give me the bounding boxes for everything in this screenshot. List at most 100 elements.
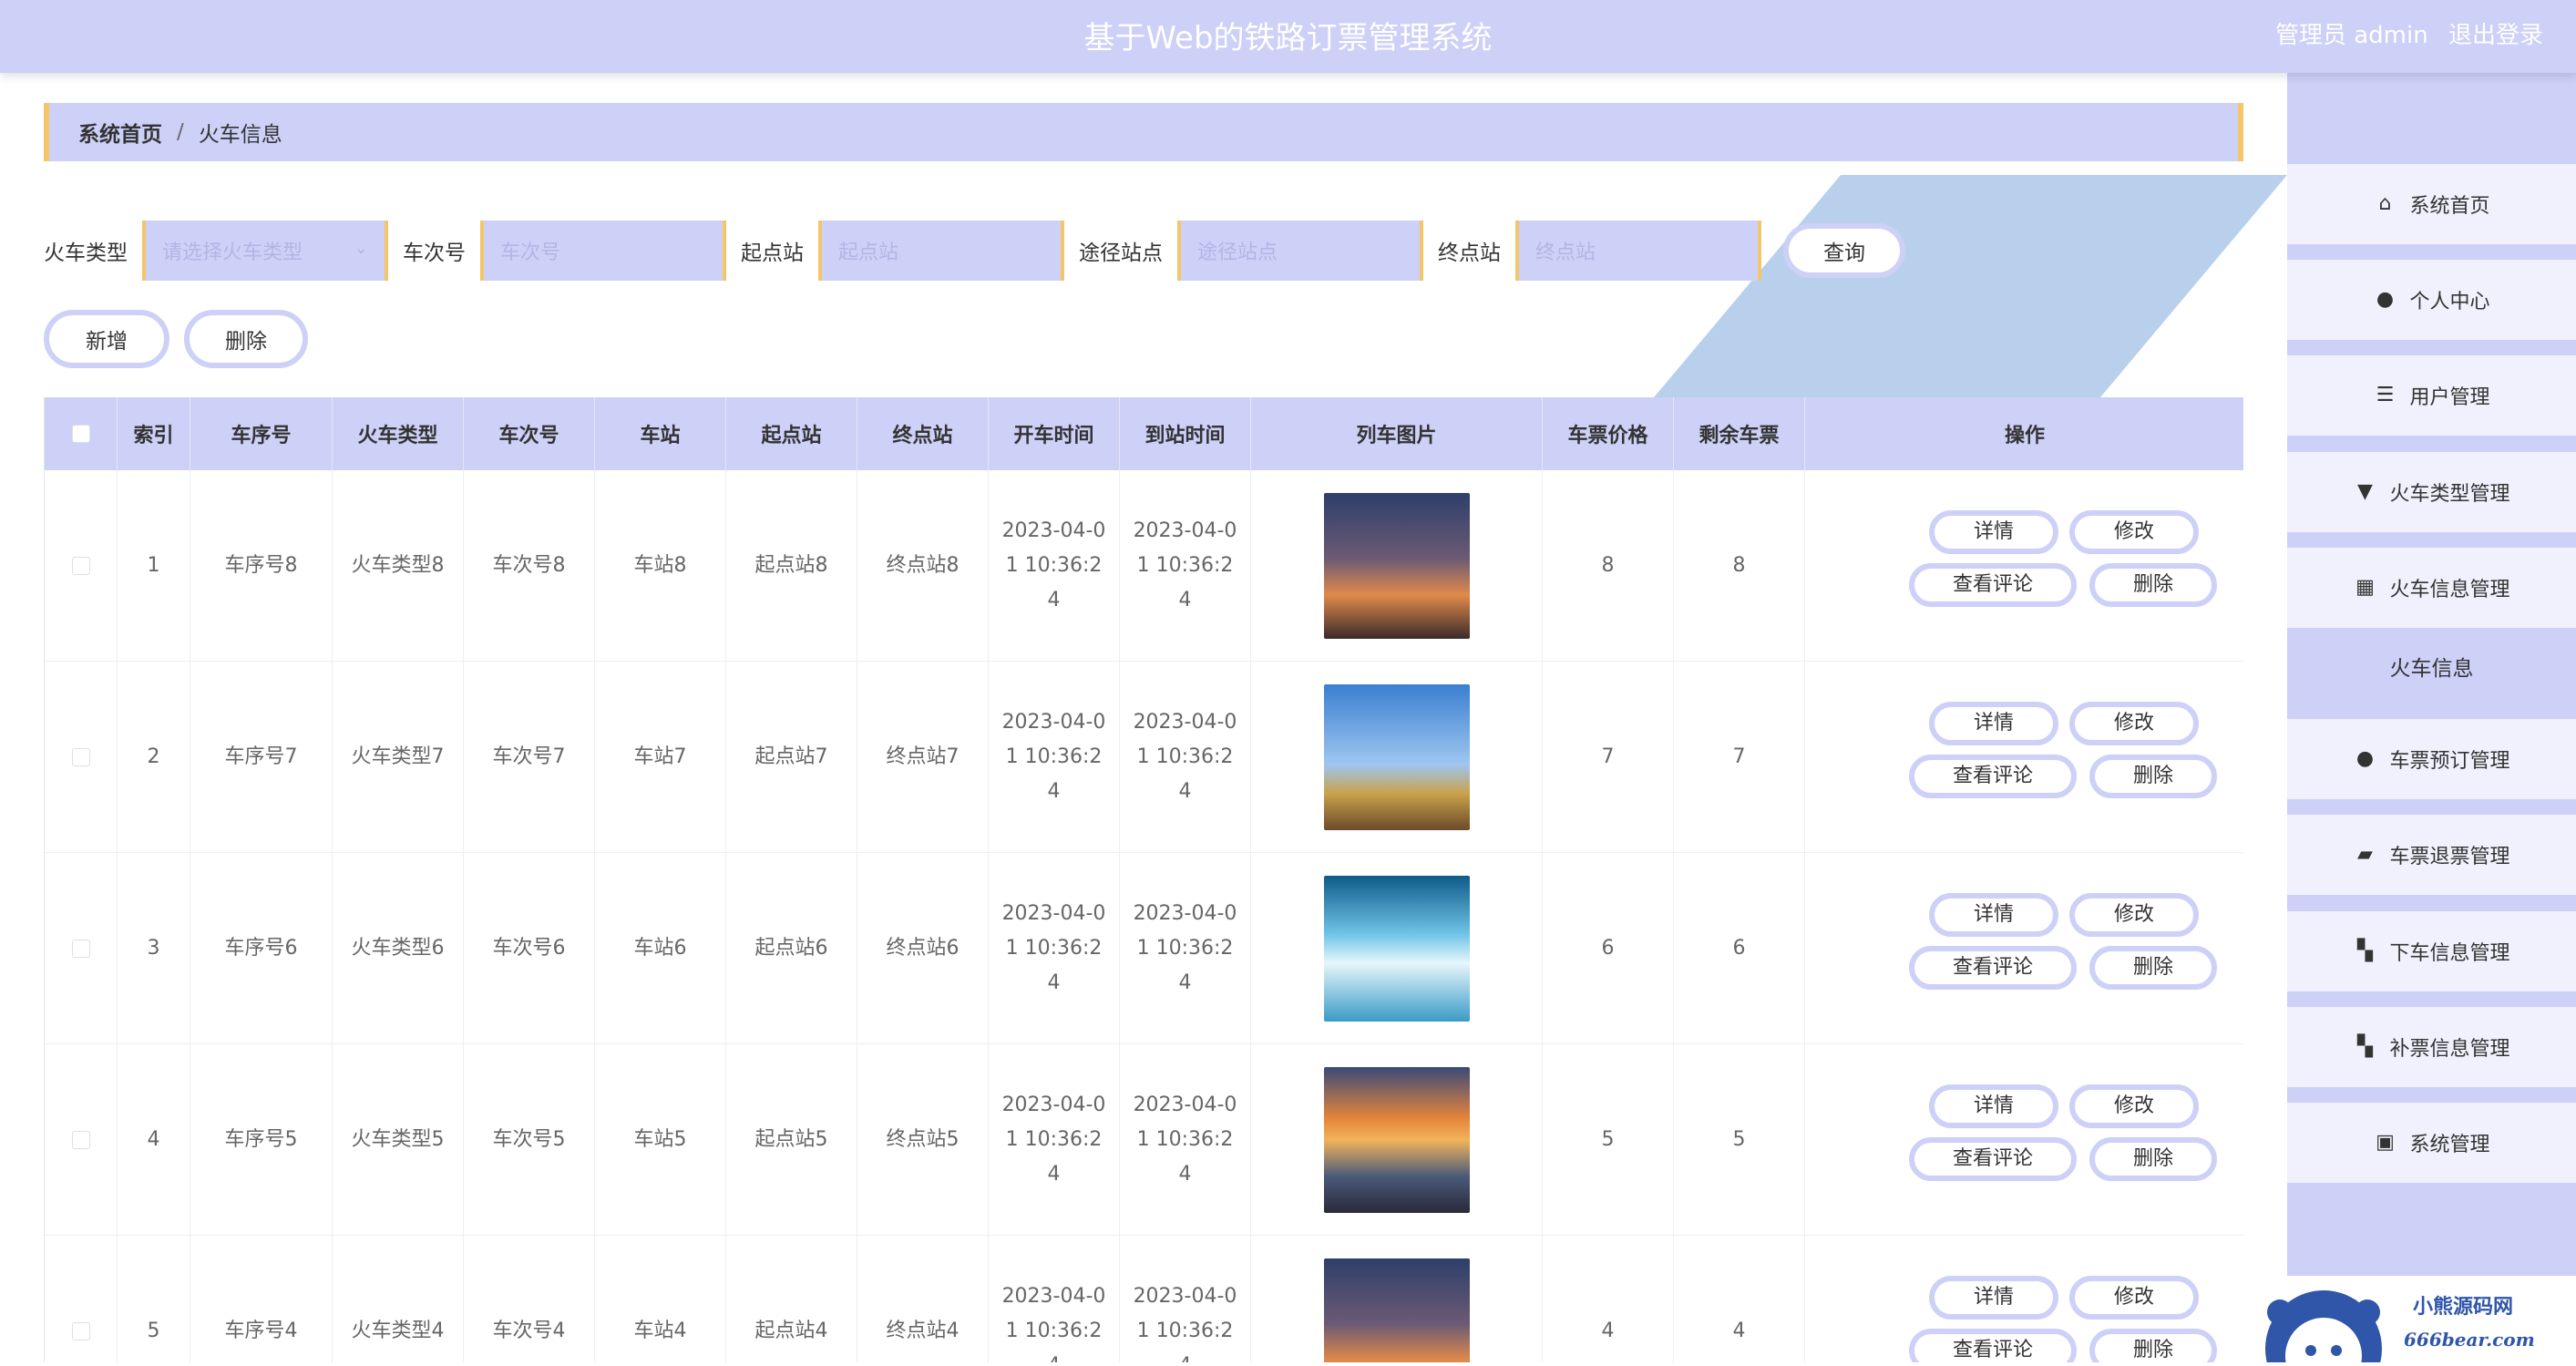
detail-button[interactable]: 详情	[1929, 510, 2058, 554]
cell-idx: 1	[118, 470, 190, 662]
view-comments-button[interactable]: 查看评论	[1909, 1137, 2077, 1181]
watermark-url: 666bear.com	[2404, 1329, 2535, 1351]
header-end: 终点站	[857, 397, 989, 470]
batch-delete-button[interactable]: 删除	[184, 310, 308, 368]
detail-button[interactable]: 详情	[1929, 702, 2058, 745]
row-checkbox[interactable]	[71, 748, 90, 766]
train-type-placeholder: 请选择火车类型	[162, 241, 303, 264]
row-select-cell	[45, 1044, 118, 1236]
view-comments-button[interactable]: 查看评论	[1909, 755, 2077, 798]
cell-start: 起点站8	[726, 470, 857, 662]
add-button[interactable]: 新增	[44, 310, 169, 368]
sidebar-item[interactable]: ▚ 下车信息管理	[2287, 911, 2576, 991]
cell-end: 终点站4	[857, 1236, 989, 1362]
delete-button[interactable]: 删除	[2089, 946, 2217, 990]
start-station-input[interactable]: 起点站	[818, 221, 1064, 281]
sidebar-item[interactable]: ▰ 车票退票管理	[2287, 815, 2576, 895]
table-row: 1 车序号8 火车类型8 车次号8 车站8 起点站8 终点站8 2023-04-01 10:3…	[45, 470, 2243, 662]
row-checkbox[interactable]	[71, 940, 90, 958]
sidebar-item-label: 车票预订管理	[2389, 750, 2510, 773]
sidebar-item[interactable]: ● 个人中心	[2287, 260, 2576, 340]
train-image[interactable]	[1323, 1067, 1470, 1213]
cell-idx: 4	[118, 1044, 190, 1236]
sidebar-subitem-train-info[interactable]: 火车信息	[2287, 630, 2576, 703]
train-type-select[interactable]: 请选择火车类型 ⌄	[142, 221, 388, 281]
view-comments-button[interactable]: 查看评论	[1909, 946, 2077, 990]
watermark: 小熊源码网 666bear.com	[2249, 1276, 2576, 1366]
view-comments-button[interactable]: 查看评论	[1909, 1329, 2077, 1362]
row-checkbox[interactable]	[71, 1322, 90, 1340]
sidebar-item-label: 补票信息管理	[2389, 1038, 2510, 1061]
sidebar-item-label: 下车信息管理	[2389, 942, 2510, 965]
sidebar-item[interactable]: ⌂ 系统首页	[2287, 164, 2576, 244]
row-select-cell	[45, 853, 118, 1044]
row-select-cell	[45, 1236, 118, 1362]
decorative-shape	[1649, 175, 2287, 403]
ticket-icon: ▰	[2357, 843, 2373, 866]
detail-button[interactable]: 详情	[1929, 1084, 2058, 1128]
header-type: 火车类型	[333, 397, 464, 470]
cell-depart: 2023-04-01 10:36:24	[989, 853, 1120, 1044]
cell-end: 终点站6	[857, 853, 989, 1044]
sidebar-item[interactable]: ▣ 系统管理	[2287, 1103, 2576, 1183]
sidebar-item[interactable]: ▦ 火车信息管理	[2287, 548, 2576, 628]
train-type-label: 火车类型	[44, 241, 128, 265]
cell-idx: 3	[118, 853, 190, 1044]
query-button[interactable]: 查询	[1783, 223, 1905, 278]
end-station-input[interactable]: 终点站	[1515, 221, 1761, 281]
edit-button[interactable]: 修改	[2069, 1276, 2199, 1320]
chevron-down-icon: ⌄	[354, 239, 368, 258]
cell-num: 车次号8	[464, 470, 595, 662]
user-icon: ●	[2376, 288, 2395, 311]
cell-type: 火车类型5	[333, 1044, 464, 1236]
row-checkbox[interactable]	[71, 557, 90, 575]
edit-button[interactable]: 修改	[2069, 1084, 2199, 1128]
sidebar-item-label: 车票退票管理	[2389, 846, 2510, 868]
edit-button[interactable]: 修改	[2069, 510, 2199, 554]
delete-button[interactable]: 删除	[2089, 1329, 2217, 1362]
cell-station: 车站4	[595, 1236, 726, 1362]
cell-seq: 车序号4	[190, 1236, 333, 1362]
cell-start: 起点站5	[726, 1044, 857, 1236]
detail-button[interactable]: 详情	[1929, 1276, 2058, 1320]
via-station-input[interactable]: 途径站点	[1177, 221, 1423, 281]
edit-button[interactable]: 修改	[2069, 702, 2199, 745]
cell-type: 火车类型8	[333, 470, 464, 662]
sidebar-item[interactable]: ▚ 补票信息管理	[2287, 1007, 2576, 1087]
delete-button[interactable]: 删除	[2089, 1137, 2217, 1181]
cell-price: 7	[1543, 662, 1674, 853]
cell-seq: 车序号6	[190, 853, 333, 1044]
sidebar-item[interactable]: ▼ 火车类型管理	[2287, 452, 2576, 532]
detail-button[interactable]: 详情	[1929, 893, 2058, 937]
train-image[interactable]	[1323, 876, 1470, 1022]
start-station-label: 起点站	[741, 241, 804, 265]
logout-link[interactable]: 退出登录	[2448, 22, 2543, 49]
start-station-placeholder: 起点站	[838, 241, 899, 264]
user-icon: ●	[2355, 747, 2375, 770]
edit-button[interactable]: 修改	[2069, 893, 2199, 937]
cell-image	[1251, 662, 1543, 853]
breadcrumb-separator: /	[177, 120, 184, 144]
cell-num: 车次号7	[464, 662, 595, 853]
select-all-checkbox[interactable]	[71, 425, 90, 443]
sidebar-item[interactable]: ● 车票预订管理	[2287, 719, 2576, 799]
train-image[interactable]	[1323, 1258, 1470, 1362]
train-image[interactable]	[1323, 493, 1470, 639]
cell-seq: 车序号5	[190, 1044, 333, 1236]
train-number-input[interactable]: 车次号	[480, 221, 726, 281]
delete-button[interactable]: 删除	[2089, 563, 2217, 607]
table-row: 3 车序号6 火车类型6 车次号6 车站6 起点站6 终点站6 2023-04-01 10:3…	[45, 853, 2243, 1044]
breadcrumb-home[interactable]: 系统首页	[78, 117, 162, 148]
apps-icon: ▚	[2357, 940, 2373, 962]
cell-image	[1251, 853, 1543, 1044]
cell-actions: 详情 修改 查看评论 删除	[1805, 1044, 2243, 1236]
cell-end: 终点站8	[857, 470, 989, 662]
sidebar-item-label: 系统首页	[2409, 195, 2490, 218]
sidebar-item-label: 用户管理	[2409, 386, 2490, 409]
cell-start: 起点站7	[726, 662, 857, 853]
view-comments-button[interactable]: 查看评论	[1909, 563, 2077, 607]
train-image[interactable]	[1323, 684, 1470, 830]
row-checkbox[interactable]	[71, 1131, 90, 1149]
delete-button[interactable]: 删除	[2089, 755, 2217, 798]
sidebar-item[interactable]: ☰ 用户管理	[2287, 355, 2576, 436]
